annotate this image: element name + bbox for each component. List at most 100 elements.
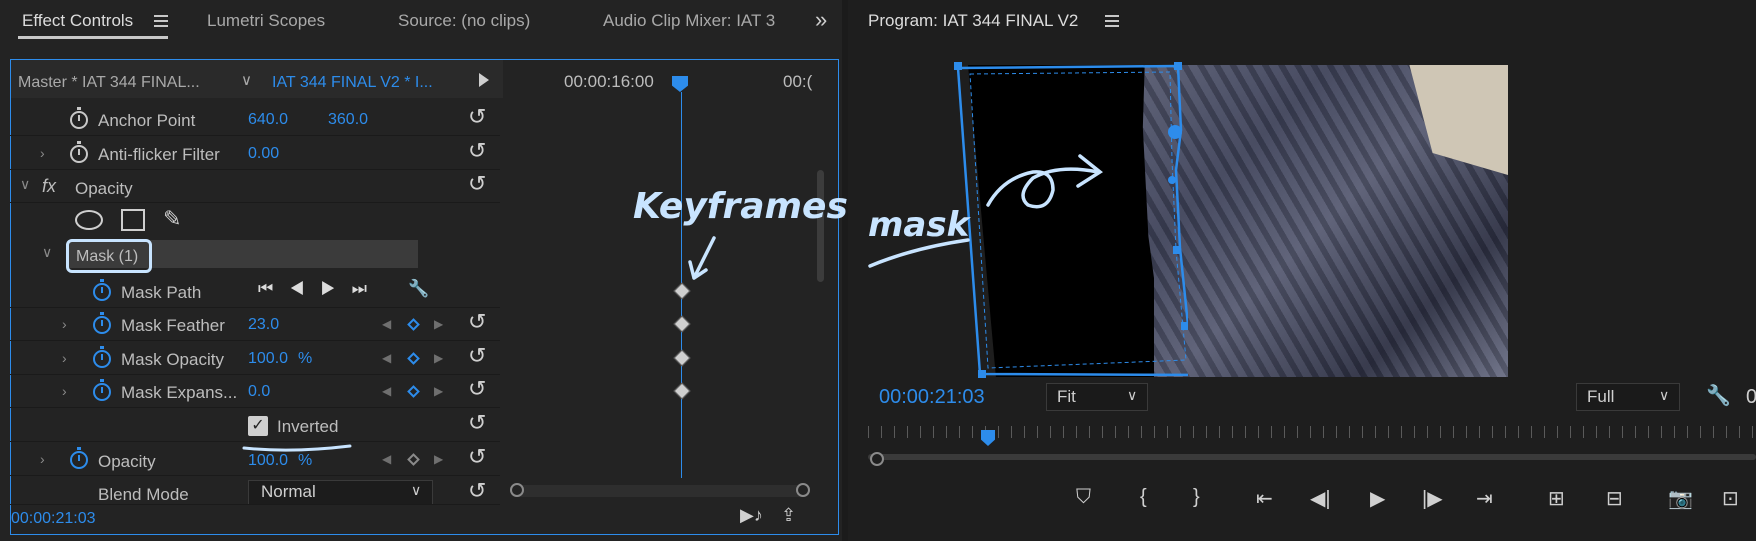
fx-icon[interactable]: fx [42, 176, 56, 197]
anchor-y-value[interactable]: 360.0 [328, 111, 368, 129]
next-keyframe-icon[interactable]: ▶ [434, 317, 443, 331]
tab-audio-clip-mixer[interactable]: Audio Clip Mixer: IAT 3 [603, 11, 775, 31]
go-to-out-icon[interactable]: ⇥ [1476, 486, 1493, 511]
reset-icon[interactable]: ↺ [468, 138, 486, 164]
lift-icon[interactable]: ⊞ [1548, 486, 1565, 511]
panel-menu-icon[interactable] [154, 15, 168, 27]
reset-icon[interactable]: ↺ [468, 376, 486, 402]
zoom-scroll-bar[interactable] [868, 454, 1756, 460]
mask-feather-value[interactable]: 23.0 [248, 316, 279, 334]
row-mask-opacity: › Mask Opacity 100.0 % ◀ ▶ ↺ [10, 342, 500, 375]
zoom-handle-right[interactable] [796, 483, 810, 497]
current-time[interactable]: 00:00:21:03 [11, 510, 96, 528]
opacity-unit: % [298, 452, 313, 469]
filter-audio-icon[interactable]: ▶♪ [740, 505, 763, 526]
stopwatch-icon[interactable] [70, 107, 88, 129]
mark-out-icon[interactable]: } [1193, 486, 1200, 509]
blend-mode-dropdown[interactable]: Normal ∨ [248, 480, 433, 504]
chevron-down-icon: ∨ [411, 482, 422, 498]
mini-timeline-ruler[interactable] [507, 60, 812, 98]
add-keyframe-icon[interactable] [407, 385, 420, 398]
program-playhead-icon[interactable] [981, 430, 995, 446]
row-mask-path: Mask Path ⏮◀▶⏭ 🔧 [10, 275, 500, 308]
play-clip-icon[interactable] [479, 73, 489, 87]
add-keyframe-icon[interactable] [407, 453, 420, 466]
extract-icon[interactable]: ⊟ [1606, 486, 1623, 511]
zoom-handle-left[interactable] [870, 452, 884, 466]
fit-dropdown[interactable]: Fit ∨ [1046, 383, 1148, 411]
inverted-checkbox[interactable]: ✓ [248, 416, 268, 436]
prev-keyframe-icon[interactable]: ◀ [382, 452, 391, 466]
expand-chevron-icon[interactable]: › [62, 383, 67, 399]
master-clip-label[interactable]: Master * IAT 344 FINAL... [18, 74, 218, 92]
mask-annotation-strokes [868, 154, 1104, 268]
next-keyframe-icon[interactable]: ▶ [434, 452, 443, 466]
timeline-zoom-bar[interactable] [510, 485, 810, 497]
row-opacity: › Opacity 100.0 % ◀ ▶ ↺ [10, 443, 500, 476]
reset-icon[interactable]: ↺ [468, 410, 486, 436]
mark-in-icon[interactable]: { [1140, 486, 1147, 509]
add-marker-icon[interactable]: ⛉ [1076, 486, 1091, 509]
next-keyframe-icon[interactable]: ▶ [434, 351, 443, 365]
expand-chevron-icon[interactable]: › [40, 145, 45, 161]
chevron-down-icon[interactable]: ∨ [241, 71, 252, 89]
expand-chevron-icon[interactable]: › [62, 316, 67, 332]
opacity-value[interactable]: 100.0 [248, 452, 288, 470]
wrench-icon[interactable]: 🔧 [1706, 383, 1731, 408]
tab-overflow-icon[interactable]: » [815, 7, 827, 33]
go-to-in-icon[interactable]: ⇤ [1256, 486, 1273, 511]
add-keyframe-icon[interactable] [407, 352, 420, 365]
stopwatch-icon[interactable] [70, 447, 88, 469]
reset-icon[interactable]: ↺ [468, 104, 486, 130]
mask-expansion-value[interactable]: 0.0 [248, 383, 270, 401]
prev-keyframe-icon[interactable]: ◀ [382, 351, 391, 365]
mask-opacity-label: Mask Opacity [121, 350, 224, 369]
mask-opacity-unit: % [298, 350, 313, 367]
button-editor-icon[interactable]: ⊡ [1722, 486, 1739, 511]
tab-effect-controls[interactable]: Effect Controls [22, 11, 133, 31]
prev-keyframe-icon[interactable]: ◀ [382, 317, 391, 331]
play-icon[interactable]: ▶ [1370, 486, 1385, 511]
reset-icon[interactable]: ↺ [468, 478, 486, 504]
reset-icon[interactable]: ↺ [468, 171, 486, 197]
stopwatch-icon[interactable] [93, 346, 111, 368]
anchor-x-value[interactable]: 640.0 [248, 111, 288, 129]
program-time-ruler[interactable] [868, 426, 1756, 438]
reset-icon[interactable]: ↺ [468, 343, 486, 369]
export-frame-icon[interactable]: 📷 [1668, 486, 1693, 511]
stopwatch-icon[interactable] [93, 312, 111, 334]
add-keyframe-icon[interactable] [407, 318, 420, 331]
prev-keyframe-icon[interactable]: ◀ [382, 384, 391, 398]
ellipse-mask-icon[interactable] [75, 210, 103, 230]
zoom-handle-left[interactable] [510, 483, 524, 497]
collapse-chevron-icon[interactable]: ∨ [20, 176, 30, 193]
expand-chevron-icon[interactable]: › [62, 350, 67, 366]
program-monitor-panel: Program: IAT 344 FINAL V2 mask 00:00:21:… [848, 0, 1756, 541]
reset-icon[interactable]: ↺ [468, 309, 486, 335]
stopwatch-icon[interactable] [93, 279, 111, 301]
rectangle-mask-icon[interactable] [121, 209, 145, 231]
pen-mask-icon[interactable]: ✎ [163, 206, 181, 232]
mask-opacity-value[interactable]: 100.0 [248, 350, 288, 368]
expand-chevron-icon[interactable]: › [40, 451, 45, 467]
row-blend-mode: Blend Mode Normal ∨ ↺ [10, 477, 500, 505]
tab-source[interactable]: Source: (no clips) [398, 11, 530, 31]
anti-flicker-value[interactable]: 0.00 [248, 145, 279, 163]
stopwatch-icon[interactable] [70, 141, 88, 163]
collapse-chevron-icon[interactable]: ∨ [42, 244, 52, 261]
mask-path-track-controls[interactable]: ⏮◀▶⏭ [258, 279, 383, 299]
panel-menu-icon[interactable] [1105, 15, 1119, 27]
export-icon[interactable]: ⇪ [781, 505, 796, 526]
step-back-icon[interactable]: ◀| [1310, 486, 1331, 511]
quality-dropdown[interactable]: Full ∨ [1576, 383, 1680, 411]
stopwatch-icon[interactable] [93, 379, 111, 401]
program-timecode[interactable]: 00:00:21:03 [879, 386, 985, 409]
step-forward-icon[interactable]: |▶ [1422, 486, 1443, 511]
reset-icon[interactable]: ↺ [468, 444, 486, 470]
tab-lumetri-scopes[interactable]: Lumetri Scopes [207, 11, 325, 31]
wrench-icon[interactable]: 🔧 [408, 279, 429, 299]
sequence-clip-label[interactable]: IAT 344 FINAL V2 * I... [272, 74, 433, 92]
chevron-down-icon: ∨ [1127, 387, 1138, 403]
ruler-time-2: 00:( [783, 72, 813, 91]
next-keyframe-icon[interactable]: ▶ [434, 384, 443, 398]
